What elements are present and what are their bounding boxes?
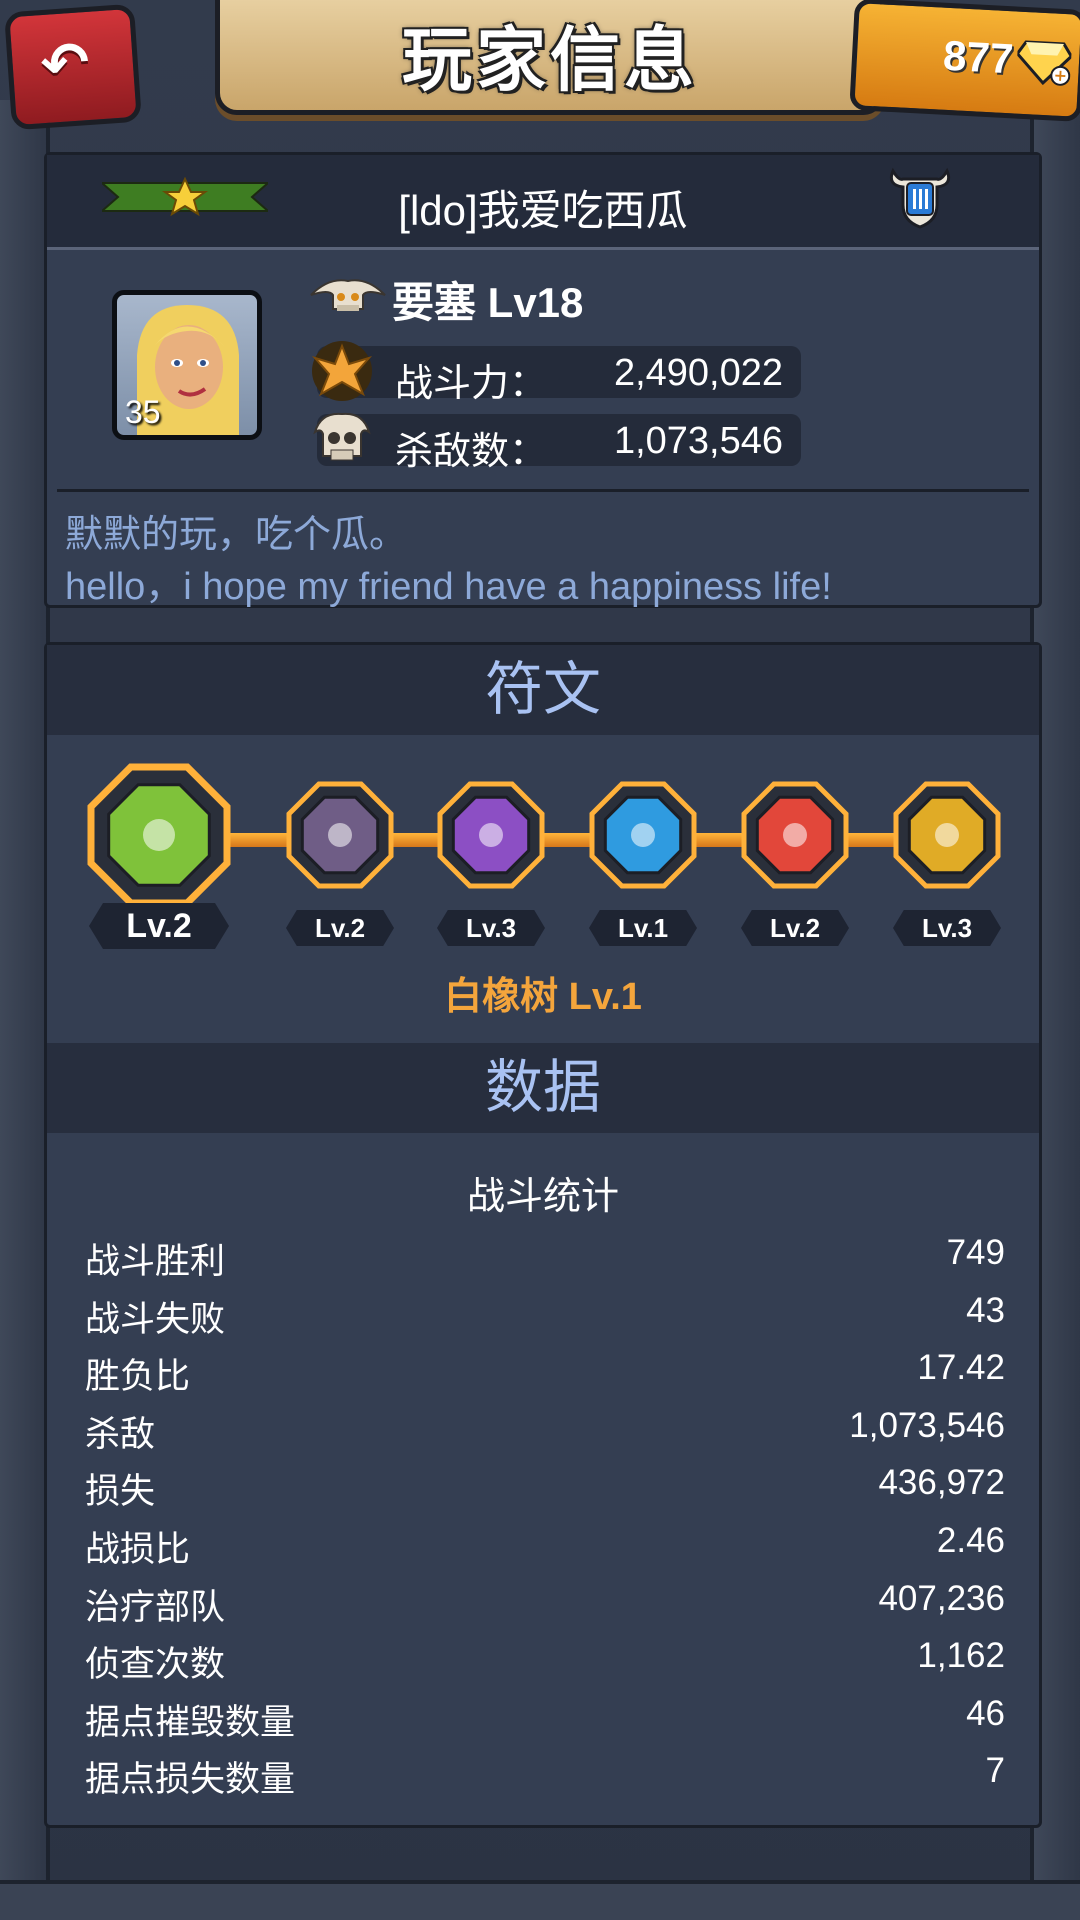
stat-row: 战斗胜利 749 [85,1223,1005,1281]
stat-value: 17.42 [917,1348,1005,1388]
purple-swirl-rune-icon[interactable] [280,775,400,895]
svg-text:+: + [1053,66,1067,86]
stat-label: 胜负比 [85,1357,191,1397]
stat-label: 治疗部队 [85,1587,226,1627]
stone-frame-left [0,100,50,1920]
stat-label: 杀敌 [85,1414,156,1454]
power-value: 2,490,022 [613,352,783,394]
runes-and-stats-panel: 符文 Lv.2 Lv.2 Lv.3 Lv.1 Lv.2 Lv.3 白橡树 Lv.1 数据 … [44,642,1042,1828]
rune-level-badge: Lv.2 [89,903,229,949]
stat-value: 1,073,546 [849,1405,1005,1445]
kills-label: 杀敌数： [395,431,548,473]
rune-level-badge: Lv.3 [437,910,545,946]
red-hammer-rune-icon[interactable] [735,775,855,895]
purple-ring-rune-icon[interactable] [431,775,551,895]
gold-star-rune-icon[interactable] [887,775,1007,895]
rune-level-badge: Lv.2 [741,910,849,946]
alliance-shield-icon[interactable] [885,165,955,231]
stone-frame-bottom [0,1880,1080,1920]
player-motto-line-2: hello，i hope my friend have a happiness … [65,566,832,608]
stat-value: 436,972 [878,1463,1005,1503]
stat-label: 侦查次数 [85,1645,226,1685]
rune-level-badge: Lv.2 [286,910,394,946]
battle-stats-title: 战斗统计 [466,1176,619,1218]
stat-row: 据点摧毁数量 46 [85,1684,1005,1742]
player-motto-line-1: 默默的玩，吃个瓜。 [65,514,408,556]
phoenix-power-icon [311,341,373,401]
fortress-skull-icon [310,279,386,311]
player-name-bar: [ldo]我爱吃西瓜 [47,155,1039,250]
stat-value: 407,236 [878,1578,1005,1618]
back-arrow-icon: ↶ [38,29,92,99]
avatar-level: 35 [125,394,161,430]
stat-row: 胜负比 17.42 [85,1338,1005,1396]
stat-row: 战斗失败 43 [85,1281,1005,1339]
selected-rune-name: 白橡树 Lv.1 [444,976,642,1018]
data-section-title: 数据 [47,1043,1039,1133]
rune-level-badge: Lv.3 [893,910,1001,946]
gem-count: 877 [941,31,1015,83]
rune-level-badge: Lv.1 [589,910,697,946]
gem-balance-button[interactable]: 877 + [849,0,1080,122]
stat-value: 1,162 [917,1636,1005,1676]
stat-label: 战损比 [85,1529,191,1569]
stat-value: 749 [946,1233,1005,1272]
stat-row: 治疗部队 407,236 [85,1569,1005,1627]
stat-label: 战斗胜利 [85,1242,226,1281]
page-title: 玩家信息 [402,21,698,99]
diamond-plus-icon: + [1015,40,1073,86]
stat-label: 战斗失败 [85,1299,226,1339]
stat-value: 43 [966,1290,1005,1330]
player-avatar[interactable]: 35 [112,290,262,440]
power-label: 战斗力： [395,363,548,405]
stat-row: 损失 436,972 [85,1453,1005,1511]
kills-value: 1,073,546 [613,420,783,462]
kills-stat: 杀敌数： 1,073,546 [313,412,801,473]
skull-kills-icon [313,412,371,461]
stat-label: 据点摧毁数量 [85,1702,296,1742]
stat-value: 2.46 [936,1520,1005,1560]
power-stat: 战斗力： 2,490,022 [311,341,801,405]
stat-label: 据点损失数量 [85,1760,296,1800]
runes-section-title: 符文 [47,645,1039,735]
title-banner: 玩家信息 [215,0,885,115]
stat-value: 46 [966,1693,1005,1733]
back-button[interactable]: ↶ [4,3,142,131]
stat-row: 据点损失数量 7 [85,1741,1005,1799]
panel-divider [57,489,1029,492]
player-info-panel: [ldo]我爱吃西瓜 35 要塞 Lv18 战斗力： 2,490,022 杀敌数… [44,152,1042,608]
battle-stats-list: 战斗胜利 749 战斗失败 43 胜负比 17.42 杀敌 1,073,546 损失 436,97… [85,1223,1005,1799]
fortress-level: 要塞 Lv18 [392,279,584,326]
blue-gear-rune-icon[interactable] [583,775,703,895]
stat-value: 7 [985,1751,1005,1791]
stat-row: 侦查次数 1,162 [85,1626,1005,1684]
stat-row: 杀敌 1,073,546 [85,1396,1005,1454]
stat-label: 损失 [85,1472,156,1512]
green-sun-rune-icon[interactable] [79,755,239,915]
stat-row: 战损比 2.46 [85,1511,1005,1569]
